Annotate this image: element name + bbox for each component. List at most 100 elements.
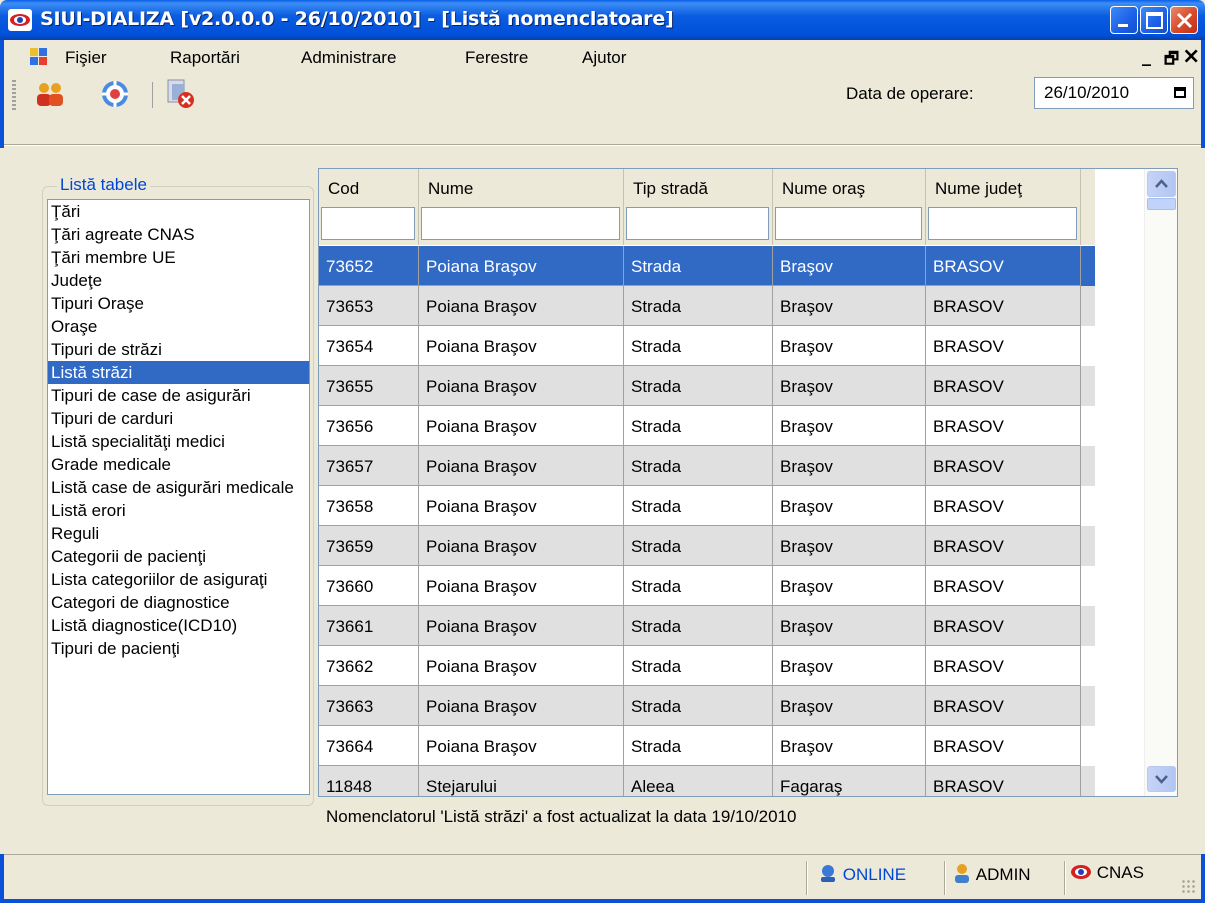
scroll-up-button[interactable]: [1147, 171, 1176, 197]
table-cell: Strada: [624, 566, 773, 606]
table-row[interactable]: 73653 Poiana Braşov Strada Braşov BRASOV: [319, 286, 1095, 326]
tables-list-item[interactable]: Tipuri de străzi: [48, 338, 309, 361]
calendar-icon[interactable]: [1174, 87, 1186, 98]
tables-list-item[interactable]: Tipuri de pacienţi: [48, 637, 309, 660]
minimize-button[interactable]: [1110, 6, 1138, 34]
update-status-message: Nomenclatorul 'Listă străzi' a fost actu…: [326, 807, 797, 826]
toolbar-divider: [4, 144, 1201, 146]
tables-list-item[interactable]: Ţări membre UE: [48, 246, 309, 269]
column-filter-input[interactable]: [321, 207, 415, 240]
tables-list-item[interactable]: Ţări: [48, 200, 309, 223]
help-button[interactable]: [99, 78, 131, 110]
table-cell: Poiana Braşov: [419, 646, 624, 686]
table-cell: Strada: [624, 686, 773, 726]
online-label: ONLINE: [842, 865, 907, 884]
table-row[interactable]: 73657 Poiana Braşov Strada Braşov BRASOV: [319, 446, 1095, 486]
scroll-thumb[interactable]: [1147, 198, 1176, 210]
table-cell: BRASOV: [926, 686, 1081, 726]
mdi-restore-button[interactable]: 🗗: [1164, 48, 1179, 75]
table-cell: Strada: [624, 246, 773, 286]
table-cell: Strada: [624, 486, 773, 526]
table-row[interactable]: 73655 Poiana Braşov Strada Braşov BRASOV: [319, 366, 1095, 406]
table-row[interactable]: 73662 Poiana Braşov Strada Braşov BRASOV: [319, 646, 1095, 686]
mdi-window-icon[interactable]: [30, 48, 48, 66]
table-row[interactable]: 73654 Poiana Braşov Strada Braşov BRASOV: [319, 326, 1095, 366]
column-header[interactable]: Cod: [319, 169, 419, 245]
table-cell: Poiana Braşov: [419, 526, 624, 566]
tables-list-item[interactable]: Listă erori: [48, 499, 309, 522]
tables-list-item[interactable]: Listă case de asigurări medicale: [48, 476, 309, 499]
table-row[interactable]: 73658 Poiana Braşov Strada Braşov BRASOV: [319, 486, 1095, 526]
column-filter-input[interactable]: [775, 207, 922, 240]
exit-button[interactable]: [164, 78, 196, 110]
status-separator: [944, 861, 946, 895]
table-cell: Strada: [624, 526, 773, 566]
table-row[interactable]: 73659 Poiana Braşov Strada Braşov BRASOV: [319, 526, 1095, 566]
column-header[interactable]: Nume: [419, 169, 624, 245]
table-row[interactable]: 73652 Poiana Braşov Strada Braşov BRASOV: [319, 246, 1095, 286]
table-cell: Braşov: [773, 246, 926, 286]
menu-bar: Fişier Raportări Administrare Ferestre A…: [0, 40, 1205, 74]
table-row[interactable]: 73661 Poiana Braşov Strada Braşov BRASOV: [319, 606, 1095, 646]
menu-administrare[interactable]: Administrare: [301, 48, 396, 68]
tables-list-item[interactable]: Listă străzi: [48, 361, 309, 384]
tables-list-item[interactable]: Categori de diagnostice: [48, 591, 309, 614]
table-row[interactable]: 73664 Poiana Braşov Strada Braşov BRASOV: [319, 726, 1095, 766]
table-row[interactable]: 73656 Poiana Braşov Strada Braşov BRASOV: [319, 406, 1095, 446]
column-header-label: Nume judeţ: [935, 179, 1022, 198]
table-cell: Braşov: [773, 526, 926, 566]
maximize-button[interactable]: [1140, 6, 1168, 34]
table-row[interactable]: 73660 Poiana Braşov Strada Braşov BRASOV: [319, 566, 1095, 606]
globe-user-icon: [821, 865, 835, 882]
table-cell: BRASOV: [926, 726, 1081, 766]
column-filter-input[interactable]: [928, 207, 1077, 240]
grid-scrollbar[interactable]: [1144, 169, 1177, 796]
tables-list-item[interactable]: Ţări agreate CNAS: [48, 223, 309, 246]
tables-list-item[interactable]: Reguli: [48, 522, 309, 545]
tables-list-item[interactable]: Grade medicale: [48, 453, 309, 476]
tables-listbox[interactable]: Ţări Ţări agreate CNAS Ţări membre UE Judeţ…: [47, 199, 310, 795]
table-cell: Strada: [624, 286, 773, 326]
table-cell: 73662: [319, 646, 419, 686]
chevron-up-icon: [1155, 179, 1168, 188]
column-filter-input[interactable]: [626, 207, 769, 240]
mdi-close-button[interactable]: ×: [1182, 44, 1200, 69]
resize-grip[interactable]: [1181, 879, 1195, 893]
users-button[interactable]: [34, 78, 66, 110]
operating-date-picker[interactable]: 26/10/2010: [1034, 77, 1194, 109]
column-header[interactable]: Tip stradă: [624, 169, 773, 245]
menu-raportari[interactable]: Raportări: [170, 48, 240, 68]
menu-ferestre[interactable]: Ferestre: [465, 48, 528, 68]
menu-ajutor[interactable]: Ajutor: [582, 48, 626, 68]
table-row[interactable]: 11848 Stejarului Aleea Fagaraş BRASOV: [319, 766, 1095, 796]
title-bar[interactable]: SIUI-DIALIZA [v2.0.0.0 - 26/10/2010] - […: [0, 0, 1205, 40]
tables-list-item[interactable]: Tipuri Oraşe: [48, 292, 309, 315]
tables-list-item[interactable]: Judeţe: [48, 269, 309, 292]
table-row[interactable]: 73663 Poiana Braşov Strada Braşov BRASOV: [319, 686, 1095, 726]
table-cell: 73657: [319, 446, 419, 486]
table-cell: 73654: [319, 326, 419, 366]
tables-list-item[interactable]: Tipuri de case de asigurări: [48, 384, 309, 407]
toolbar-grip[interactable]: [12, 80, 16, 110]
tables-list-item[interactable]: Tipuri de carduri: [48, 407, 309, 430]
column-header[interactable]: Nume judeţ: [926, 169, 1081, 245]
tables-list-item[interactable]: Lista categoriilor de asiguraţi: [48, 568, 309, 591]
table-cell: Braşov: [773, 566, 926, 606]
tables-list-item[interactable]: Categorii de pacienţi: [48, 545, 309, 568]
tables-list-item[interactable]: Oraşe: [48, 315, 309, 338]
column-filter-input[interactable]: [421, 207, 620, 240]
tables-list-item[interactable]: Listă diagnostice(ICD10): [48, 614, 309, 637]
status-user: ADMIN: [952, 863, 1031, 895]
tables-list-item[interactable]: Listă specialităţi medici: [48, 430, 309, 453]
table-cell: Braşov: [773, 286, 926, 326]
table-cell: Strada: [624, 646, 773, 686]
close-button[interactable]: [1170, 6, 1198, 34]
menu-fisier[interactable]: Fişier: [65, 48, 107, 68]
nomenclature-window: Listă tabele Ţări Ţări agreate CNAS Ţări m…: [4, 148, 1201, 854]
grid-header: Cod Nume Tip stradă Nume oraş Nume judeţ: [319, 169, 1095, 245]
column-header[interactable]: Nume oraş: [773, 169, 926, 245]
scroll-down-button[interactable]: [1147, 766, 1176, 792]
table-cell: Poiana Braşov: [419, 446, 624, 486]
streets-grid: Cod Nume Tip stradă Nume oraş Nume judeţ 736…: [318, 168, 1178, 797]
mdi-minimize-button[interactable]: _: [1142, 46, 1151, 67]
